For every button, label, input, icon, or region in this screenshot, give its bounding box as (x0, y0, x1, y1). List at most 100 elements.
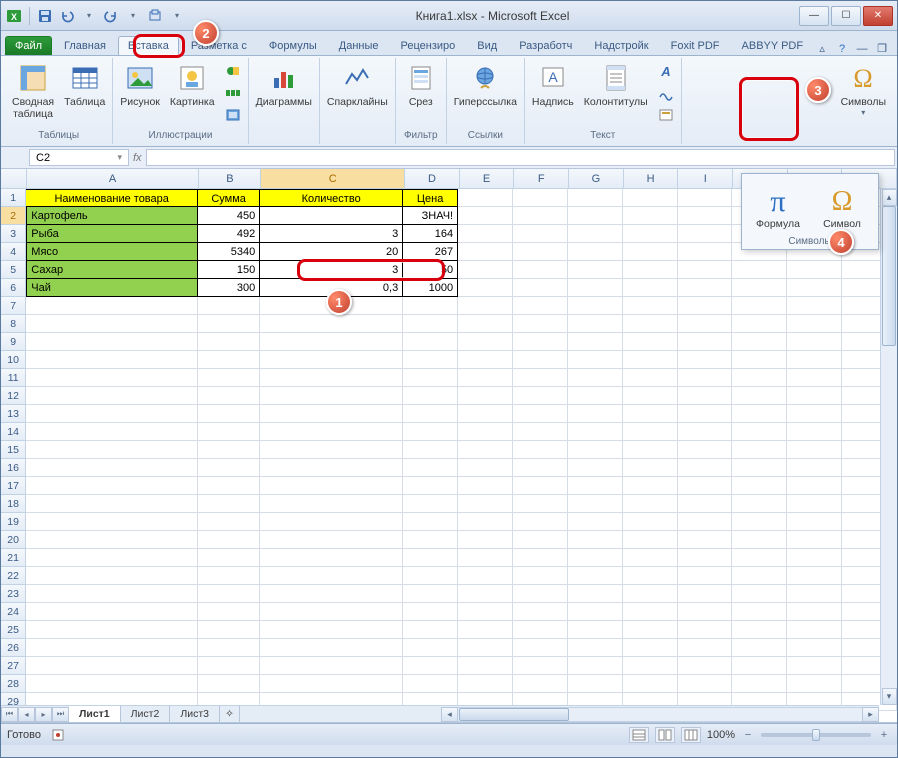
cell-J24[interactable] (732, 603, 787, 621)
col-header-G[interactable]: G (569, 169, 624, 188)
cell-C16[interactable] (260, 459, 403, 477)
tab-view[interactable]: Вид (467, 36, 507, 55)
cell-J27[interactable] (732, 657, 787, 675)
cell-F26[interactable] (513, 639, 568, 657)
col-header-F[interactable]: F (514, 169, 569, 188)
minimize-ribbon-icon[interactable]: ▵ (815, 42, 829, 55)
cell-H18[interactable] (623, 495, 678, 513)
cell-E24[interactable] (458, 603, 513, 621)
cell-G18[interactable] (568, 495, 623, 513)
pagelayout-view-icon[interactable] (655, 727, 675, 743)
cell-B13[interactable] (198, 405, 260, 423)
cell-I25[interactable] (678, 621, 733, 639)
tab-pagelayout[interactable]: Разметка с (181, 36, 257, 55)
row-header-13[interactable]: 13 (1, 405, 26, 423)
row-header-26[interactable]: 26 (1, 639, 26, 657)
cell-I3[interactable] (678, 225, 733, 243)
cell-A26[interactable] (26, 639, 198, 657)
col-header-I[interactable]: I (678, 169, 733, 188)
hyperlink-button[interactable]: Гиперссылка (451, 60, 520, 110)
cell-I9[interactable] (678, 333, 733, 351)
cell-A28[interactable] (26, 675, 198, 693)
cell-H28[interactable] (623, 675, 678, 693)
cell-G21[interactable] (568, 549, 623, 567)
row-header-12[interactable]: 12 (1, 387, 26, 405)
signature-icon[interactable] (656, 83, 676, 103)
cell-D16[interactable] (403, 459, 458, 477)
row-header-4[interactable]: 4 (1, 243, 26, 261)
cell-B22[interactable] (198, 567, 260, 585)
cell-F7[interactable] (513, 297, 568, 315)
cell-I16[interactable] (678, 459, 733, 477)
scroll-right-icon[interactable]: ▸ (862, 707, 879, 722)
cell-K16[interactable] (787, 459, 842, 477)
scroll-left-icon[interactable]: ◂ (441, 707, 458, 722)
wordart-icon[interactable]: A (656, 61, 676, 81)
cell-E6[interactable] (458, 279, 513, 297)
row-header-19[interactable]: 19 (1, 513, 26, 531)
row-header-2[interactable]: 2 (1, 207, 26, 225)
macro-record-icon[interactable] (51, 728, 65, 742)
cell-F4[interactable] (513, 243, 568, 261)
row-header-27[interactable]: 27 (1, 657, 26, 675)
cell-J20[interactable] (732, 531, 787, 549)
cell-D6[interactable]: 1000 (403, 279, 458, 297)
cell-J19[interactable] (732, 513, 787, 531)
name-box-dropdown-icon[interactable]: ▾ (117, 152, 122, 163)
cell-G5[interactable] (568, 261, 623, 279)
cell-E16[interactable] (458, 459, 513, 477)
cell-F15[interactable] (513, 441, 568, 459)
pagebreak-view-icon[interactable] (681, 727, 701, 743)
object-icon[interactable] (656, 105, 676, 125)
cell-B17[interactable] (198, 477, 260, 495)
tab-foxit[interactable]: Foxit PDF (661, 36, 730, 55)
cell-D12[interactable] (403, 387, 458, 405)
cell-H21[interactable] (623, 549, 678, 567)
cell-G6[interactable] (568, 279, 623, 297)
charts-button[interactable]: Диаграммы (253, 60, 315, 110)
cell-D20[interactable] (403, 531, 458, 549)
cell-F27[interactable] (513, 657, 568, 675)
cell-C12[interactable] (260, 387, 403, 405)
cell-D18[interactable] (403, 495, 458, 513)
cell-K20[interactable] (787, 531, 842, 549)
cell-F5[interactable] (513, 261, 568, 279)
row-header-11[interactable]: 11 (1, 369, 26, 387)
cell-I2[interactable] (678, 207, 733, 225)
row-header-16[interactable]: 16 (1, 459, 26, 477)
cell-G8[interactable] (568, 315, 623, 333)
cell-E8[interactable] (458, 315, 513, 333)
equation-button[interactable]: π Формула (746, 178, 810, 234)
row-header-8[interactable]: 8 (1, 315, 26, 333)
row-header-18[interactable]: 18 (1, 495, 26, 513)
row-header-10[interactable]: 10 (1, 351, 26, 369)
cell-A13[interactable] (26, 405, 198, 423)
cell-G12[interactable] (568, 387, 623, 405)
undo-icon[interactable] (58, 7, 76, 25)
cell-I10[interactable] (678, 351, 733, 369)
pivot-table-button[interactable]: Сводная таблица (9, 60, 57, 122)
cell-C14[interactable] (260, 423, 403, 441)
cell-E13[interactable] (458, 405, 513, 423)
cell-G13[interactable] (568, 405, 623, 423)
cell-J5[interactable] (732, 261, 787, 279)
cell-H22[interactable] (623, 567, 678, 585)
cell-E21[interactable] (458, 549, 513, 567)
cell-C21[interactable] (260, 549, 403, 567)
cell-G26[interactable] (568, 639, 623, 657)
cell-G11[interactable] (568, 369, 623, 387)
cell-D8[interactable] (403, 315, 458, 333)
hscroll-thumb[interactable] (459, 708, 569, 721)
cell-H11[interactable] (623, 369, 678, 387)
cell-I19[interactable] (678, 513, 733, 531)
cell-A3[interactable]: Рыба (26, 225, 198, 243)
row-header-3[interactable]: 3 (1, 225, 26, 243)
fx-icon[interactable]: fx (133, 152, 142, 164)
cell-H23[interactable] (623, 585, 678, 603)
row-header-1[interactable]: 1 (1, 189, 26, 207)
cell-G16[interactable] (568, 459, 623, 477)
redo-dropdown-icon[interactable]: ▾ (124, 7, 142, 25)
slicer-button[interactable]: Срез (400, 60, 442, 110)
sheet-first-icon[interactable]: ⏮ (1, 707, 18, 722)
cell-K15[interactable] (787, 441, 842, 459)
